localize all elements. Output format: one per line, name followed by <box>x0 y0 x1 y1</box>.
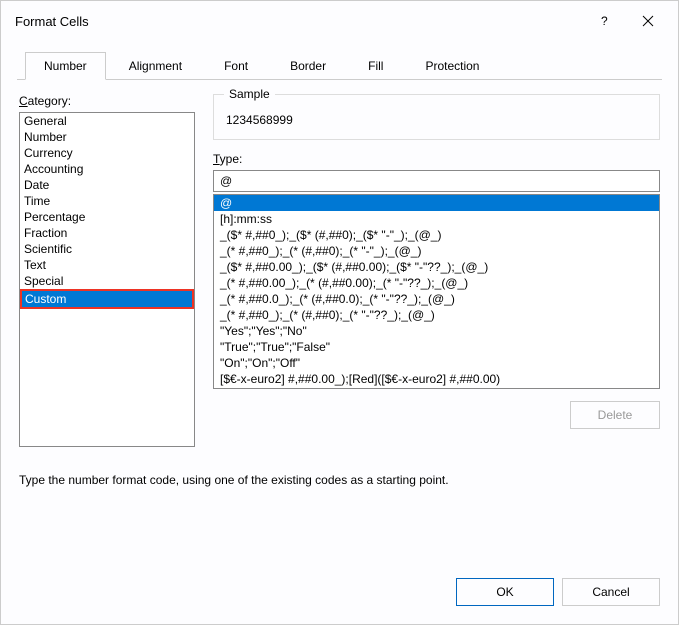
type-item[interactable]: "True";"True";"False" <box>214 339 659 355</box>
category-item[interactable]: Scientific <box>20 241 194 257</box>
category-item[interactable]: Date <box>20 177 194 193</box>
tab-bar: Number Alignment Font Border Fill Protec… <box>17 51 662 80</box>
sample-legend: Sample <box>224 87 275 101</box>
tab-number[interactable]: Number <box>25 52 106 80</box>
dialog-buttons: OK Cancel <box>1 564 678 624</box>
category-item[interactable]: Number <box>20 129 194 145</box>
close-icon <box>642 15 654 27</box>
close-button[interactable] <box>626 5 670 37</box>
tab-protection[interactable]: Protection <box>406 52 498 80</box>
help-icon: ? <box>598 15 610 27</box>
dialog-title: Format Cells <box>15 14 582 29</box>
sample-value: 1234568999 <box>226 113 647 127</box>
help-button[interactable]: ? <box>582 5 626 37</box>
type-item[interactable]: "Yes";"Yes";"No" <box>214 323 659 339</box>
category-item[interactable]: Custom <box>20 289 194 309</box>
category-listbox[interactable]: GeneralNumberCurrencyAccountingDateTimeP… <box>19 112 195 447</box>
cancel-button[interactable]: Cancel <box>562 578 660 606</box>
category-item[interactable]: General <box>20 113 194 129</box>
type-input[interactable] <box>213 170 660 192</box>
category-item[interactable]: Currency <box>20 145 194 161</box>
type-item[interactable]: @ <box>214 195 659 211</box>
delete-button[interactable]: Delete <box>570 401 660 429</box>
svg-text:?: ? <box>601 15 608 27</box>
type-listbox[interactable]: @[h]:mm:ss_($* #,##0_);_($* (#,##0);_($*… <box>213 194 660 389</box>
tab-fill[interactable]: Fill <box>349 52 402 80</box>
sample-group: Sample 1234568999 <box>213 94 660 140</box>
category-item[interactable]: Special <box>20 273 194 289</box>
tab-border[interactable]: Border <box>271 52 345 80</box>
category-item[interactable]: Time <box>20 193 194 209</box>
type-item[interactable]: _($* #,##0.00_);_($* (#,##0.00);_($* "-"… <box>214 259 659 275</box>
category-label: Category: <box>19 94 195 108</box>
tab-alignment[interactable]: Alignment <box>110 52 201 80</box>
type-item[interactable]: [$€-x-euro2] #,##0.00_);[Red]([$€-x-euro… <box>214 371 659 387</box>
type-item[interactable]: _(* #,##0_);_(* (#,##0);_(* "-"_);_(@_) <box>214 243 659 259</box>
hint-text: Type the number format code, using one o… <box>19 473 660 487</box>
category-item[interactable]: Text <box>20 257 194 273</box>
type-item[interactable]: "On";"On";"Off" <box>214 355 659 371</box>
tab-font[interactable]: Font <box>205 52 267 80</box>
titlebar: Format Cells ? <box>1 1 678 41</box>
ok-button[interactable]: OK <box>456 578 554 606</box>
type-item[interactable]: _(* #,##0.0_);_(* (#,##0.0);_(* "-"??_);… <box>214 291 659 307</box>
category-item[interactable]: Fraction <box>20 225 194 241</box>
type-label: Type: <box>213 152 660 166</box>
type-item[interactable]: _(* #,##0_);_(* (#,##0);_(* "-"??_);_(@_… <box>214 307 659 323</box>
format-cells-dialog: Format Cells ? Number Alignment Font Bor… <box>0 0 679 625</box>
type-item[interactable]: [h]:mm:ss <box>214 211 659 227</box>
type-item[interactable]: _(* #,##0.00_);_(* (#,##0.00);_(* "-"??_… <box>214 275 659 291</box>
category-item[interactable]: Accounting <box>20 161 194 177</box>
category-item[interactable]: Percentage <box>20 209 194 225</box>
content-area: Category: GeneralNumberCurrencyAccountin… <box>1 80 678 564</box>
type-item[interactable]: _($* #,##0_);_($* (#,##0);_($* "-"_);_(@… <box>214 227 659 243</box>
